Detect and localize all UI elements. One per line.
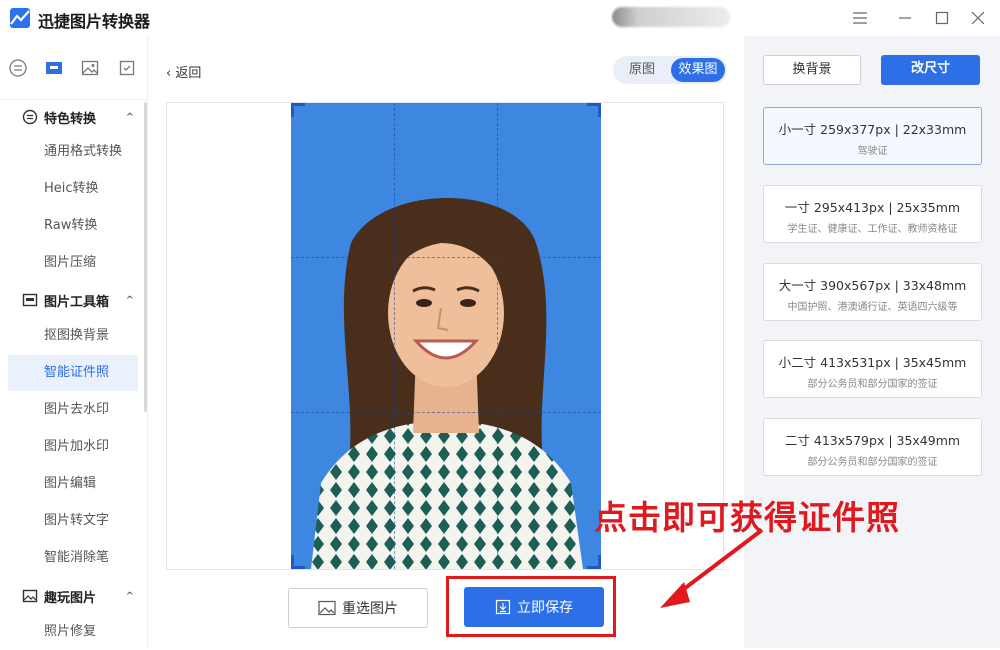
- size-usage: 中国护照、港澳通行证、英语四六级等: [787, 302, 958, 313]
- size-option-small-1inch[interactable]: 小一寸 259x377px | 22x33mm 驾驶证: [763, 107, 982, 165]
- sidebar-item-raw-convert[interactable]: Raw转换: [8, 208, 138, 244]
- group-special-convert[interactable]: 特色转换 ^: [22, 106, 142, 128]
- save-highlight-box: [446, 576, 616, 637]
- user-account-chip[interactable]: [612, 7, 730, 27]
- sidebar-item-ocr[interactable]: 图片转文字: [8, 503, 138, 539]
- portrait-illustration: [291, 103, 601, 569]
- toolbox-icon[interactable]: [44, 58, 64, 78]
- change-background-button[interactable]: 换背景: [763, 55, 861, 85]
- change-size-button[interactable]: 改尺寸: [881, 55, 980, 85]
- sidebar-item-eraser[interactable]: 智能消除笔: [8, 540, 138, 576]
- size-title: 二寸 413x579px | 35x49mm: [784, 433, 961, 448]
- close-icon[interactable]: [966, 6, 990, 30]
- crop-handle[interactable]: [291, 555, 305, 569]
- title-bar: 迅捷图片转换器: [0, 0, 1000, 36]
- app-title: 迅捷图片转换器: [38, 12, 151, 31]
- size-option-1inch[interactable]: 一寸 295x413px | 25x35mm 学生证、健康证、工作证、教师资格证: [763, 185, 982, 243]
- reselect-image-button[interactable]: 重选图片: [288, 588, 428, 628]
- chevron-left-icon: ‹: [166, 66, 176, 81]
- size-title: 小一寸 259x377px | 22x33mm: [778, 122, 967, 137]
- grid-line: [497, 103, 498, 569]
- callout-arrow-icon: [660, 528, 764, 608]
- size-option-large-1inch[interactable]: 大一寸 390x567px | 33x48mm 中国护照、港澳通行证、英语四六级…: [763, 263, 982, 321]
- minimize-icon[interactable]: [893, 6, 917, 30]
- crop-handle[interactable]: [587, 555, 601, 569]
- chevron-up-icon[interactable]: ^: [126, 295, 134, 306]
- size-title: 一寸 295x413px | 25x35mm: [784, 200, 961, 215]
- maximize-icon[interactable]: [930, 6, 954, 30]
- group-label: 图片工具箱: [44, 294, 110, 310]
- sidebar-item-compress[interactable]: 图片压缩: [8, 245, 138, 281]
- back-button[interactable]: ‹ 返回: [166, 62, 201, 81]
- sidebar-item-heic-convert[interactable]: Heic转换: [8, 171, 138, 207]
- crop-icon[interactable]: [117, 58, 137, 78]
- sidebar-item-cutout[interactable]: 抠图换背景: [8, 318, 138, 354]
- size-usage: 驾驶证: [857, 146, 888, 157]
- size-usage: 部分公务员和部分国家的签证: [807, 379, 938, 390]
- toggle-original[interactable]: 原图: [615, 58, 669, 82]
- toggle-result[interactable]: 效果图: [671, 58, 725, 82]
- sidebar-item-add-watermark[interactable]: 图片加水印: [8, 429, 138, 465]
- size-title: 大一寸 390x567px | 33x48mm: [778, 278, 967, 293]
- group-label: 特色转换: [44, 111, 97, 127]
- grid-line: [291, 257, 601, 258]
- group-fun-images[interactable]: 趣玩图片 ^: [22, 585, 142, 607]
- app-logo-icon: [10, 8, 30, 28]
- group-image-toolbox[interactable]: 图片工具箱 ^: [22, 289, 142, 311]
- size-option-small-2inch[interactable]: 小二寸 413x531px | 35x45mm 部分公务员和部分国家的签证: [763, 340, 982, 398]
- grid-line: [291, 412, 601, 413]
- image-icon: [22, 588, 38, 604]
- sidebar-item-photo-repair[interactable]: 照片修复: [8, 614, 138, 650]
- options-panel: 换背景 改尺寸 小一寸 259x377px | 22x33mm 驾驶证 一寸 2…: [744, 36, 1000, 648]
- sidebar-item-remove-watermark[interactable]: 图片去水印: [8, 392, 138, 428]
- back-label: 返回: [175, 66, 202, 81]
- size-title: 小二寸 413x531px | 35x45mm: [778, 355, 967, 370]
- size-option-2inch[interactable]: 二寸 413x579px | 35x49mm 部分公务员和部分国家的签证: [763, 418, 982, 476]
- grid-line: [394, 103, 395, 569]
- reselect-label: 重选图片: [342, 601, 398, 617]
- chevron-up-icon[interactable]: ^: [126, 591, 134, 602]
- crop-handle[interactable]: [587, 103, 601, 117]
- crop-handle[interactable]: [291, 103, 305, 117]
- group-label: 趣玩图片: [44, 590, 97, 606]
- sidebar-item-generic-convert[interactable]: 通用格式转换: [8, 134, 138, 170]
- id-photo-preview[interactable]: [291, 103, 601, 569]
- image-icon: [318, 600, 336, 616]
- category-icon-tabs: [0, 36, 148, 100]
- image-icon[interactable]: [80, 58, 100, 78]
- size-usage: 部分公务员和部分国家的签证: [807, 457, 938, 468]
- toolbox-icon: [22, 292, 38, 308]
- left-sidebar: 特色转换 ^ 通用格式转换 Heic转换 Raw转换 图片压缩 图片工具箱 ^ …: [0, 36, 148, 648]
- sidebar-item-edit[interactable]: 图片编辑: [8, 466, 138, 502]
- convert-icon: [22, 109, 38, 125]
- view-toggle: 原图 效果图: [613, 56, 727, 84]
- size-usage: 学生证、健康证、工作证、教师资格证: [787, 224, 958, 235]
- sidebar-scrollbar[interactable]: [144, 102, 147, 412]
- sidebar-nav: 特色转换 ^ 通用格式转换 Heic转换 Raw转换 图片压缩 图片工具箱 ^ …: [0, 102, 148, 648]
- sidebar-item-id-photo[interactable]: 智能证件照: [8, 355, 138, 391]
- list-icon[interactable]: [8, 58, 28, 78]
- chevron-up-icon[interactable]: ^: [126, 112, 134, 123]
- menu-icon[interactable]: [848, 6, 872, 30]
